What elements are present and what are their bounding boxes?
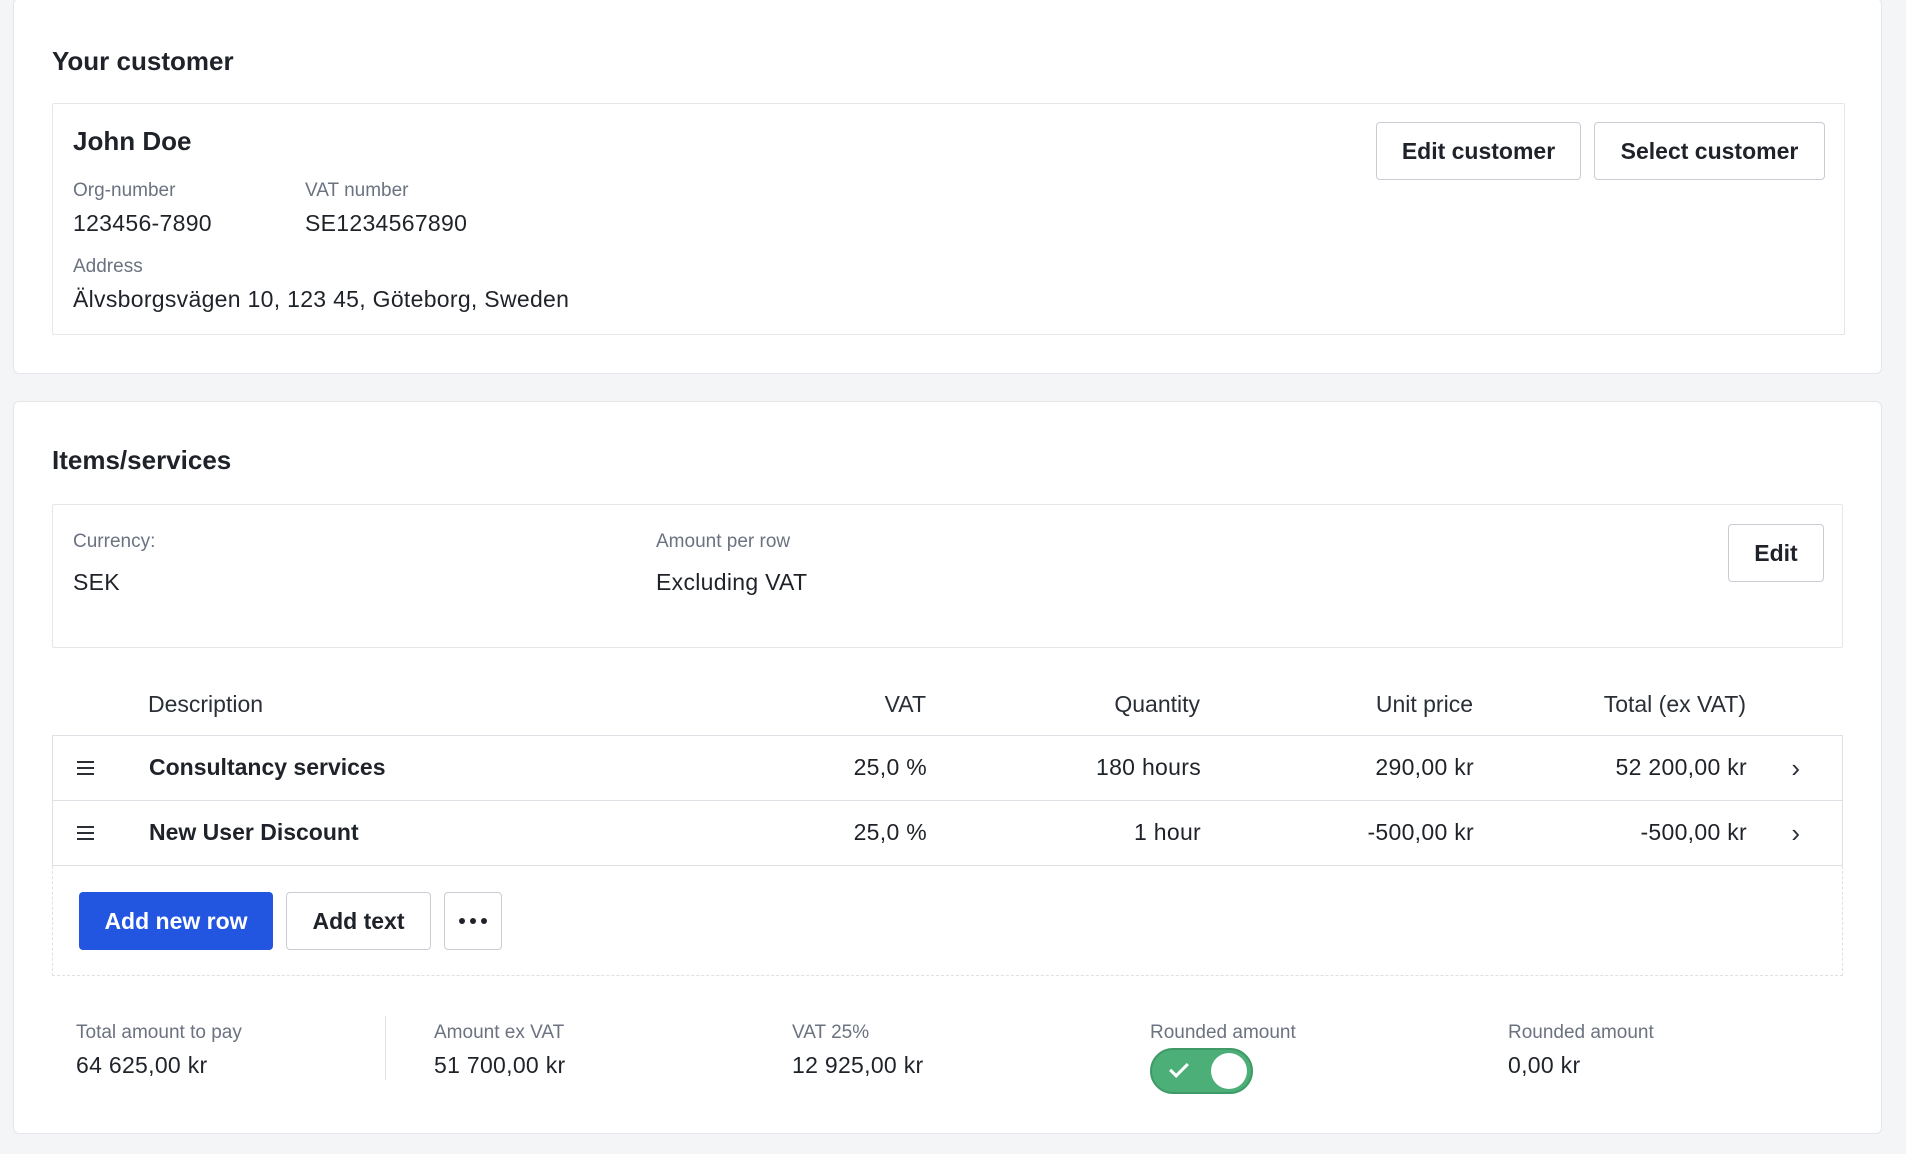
total-to-pay-label: Total amount to pay: [76, 1022, 242, 1043]
edit-customer-button[interactable]: Edit customer: [1376, 122, 1581, 180]
toggle-knob: [1211, 1053, 1247, 1089]
customer-panel: John Doe Org-number 123456-7890 VAT numb…: [52, 103, 1845, 335]
column-header-unit-price: Unit price: [1375, 691, 1473, 717]
row-total: -500,00 kr: [1640, 819, 1747, 845]
table-row[interactable]: Consultancy services 25,0 % 180 hours 29…: [52, 735, 1843, 801]
row-unit-price: 290,00 kr: [1375, 754, 1474, 780]
row-quantity: 180 hours: [1096, 754, 1201, 780]
amount-per-row-value: Excluding VAT: [656, 569, 808, 595]
row-vat: 25,0 %: [853, 819, 927, 845]
currency-label: Currency:: [73, 531, 156, 552]
row-unit-price: -500,00 kr: [1367, 819, 1474, 845]
vat-amount-value: 12 925,00 kr: [792, 1052, 924, 1078]
currency-value: SEK: [73, 569, 120, 595]
customer-section-title: Your customer: [52, 46, 234, 76]
items-section-title: Items/services: [52, 445, 232, 475]
org-number-value: 123456-7890: [73, 210, 212, 236]
currency-panel: Currency: SEK Amount per row Excluding V…: [52, 504, 1843, 648]
vat-amount-label: VAT 25%: [792, 1022, 870, 1043]
amount-ex-vat-label: Amount ex VAT: [434, 1022, 565, 1043]
edit-currency-button[interactable]: Edit: [1728, 524, 1824, 582]
add-text-button[interactable]: Add text: [286, 892, 431, 950]
drag-handle-icon[interactable]: [77, 761, 94, 775]
org-number-label: Org-number: [73, 180, 176, 201]
vat-number-value: SE1234567890: [305, 210, 468, 236]
column-header-quantity: Quantity: [1114, 691, 1200, 717]
row-quantity: 1 hour: [1133, 819, 1201, 845]
customer-card: Your customer John Doe Org-number 123456…: [13, 0, 1882, 374]
check-icon: [1169, 1058, 1189, 1078]
table-row[interactable]: New User Discount 25,0 % 1 hour -500,00 …: [52, 800, 1843, 866]
amount-ex-vat-value: 51 700,00 kr: [434, 1052, 566, 1078]
drag-handle-icon[interactable]: [77, 826, 94, 840]
more-horizontal-icon: [459, 918, 487, 924]
address-value: Älvsborgsvägen 10, 123 45, Göteborg, Swe…: [73, 286, 570, 312]
select-customer-button[interactable]: Select customer: [1594, 122, 1825, 180]
chevron-right-icon[interactable]: ›: [1791, 753, 1800, 784]
summary-divider: [385, 1016, 386, 1080]
add-new-row-button[interactable]: Add new row: [79, 892, 273, 950]
row-description: Consultancy services: [149, 754, 386, 780]
more-options-button[interactable]: [444, 892, 502, 950]
column-header-vat: VAT: [884, 691, 926, 717]
vat-number-label: VAT number: [305, 180, 409, 201]
rounded-toggle-label: Rounded amount: [1150, 1022, 1296, 1043]
row-total: 52 200,00 kr: [1615, 754, 1747, 780]
rounded-amount-toggle[interactable]: [1150, 1048, 1253, 1094]
amount-per-row-label: Amount per row: [656, 531, 791, 552]
rounded-amount-label: Rounded amount: [1508, 1022, 1654, 1043]
column-header-description: Description: [148, 691, 264, 717]
total-to-pay-value: 64 625,00 kr: [76, 1052, 208, 1078]
customer-name: John Doe: [73, 126, 192, 156]
row-description: New User Discount: [149, 819, 359, 845]
rounded-amount-value: 0,00 kr: [1508, 1052, 1581, 1078]
address-label: Address: [73, 256, 143, 277]
column-header-total: Total (ex VAT): [1603, 691, 1746, 717]
chevron-right-icon[interactable]: ›: [1791, 818, 1800, 849]
row-vat: 25,0 %: [853, 754, 927, 780]
